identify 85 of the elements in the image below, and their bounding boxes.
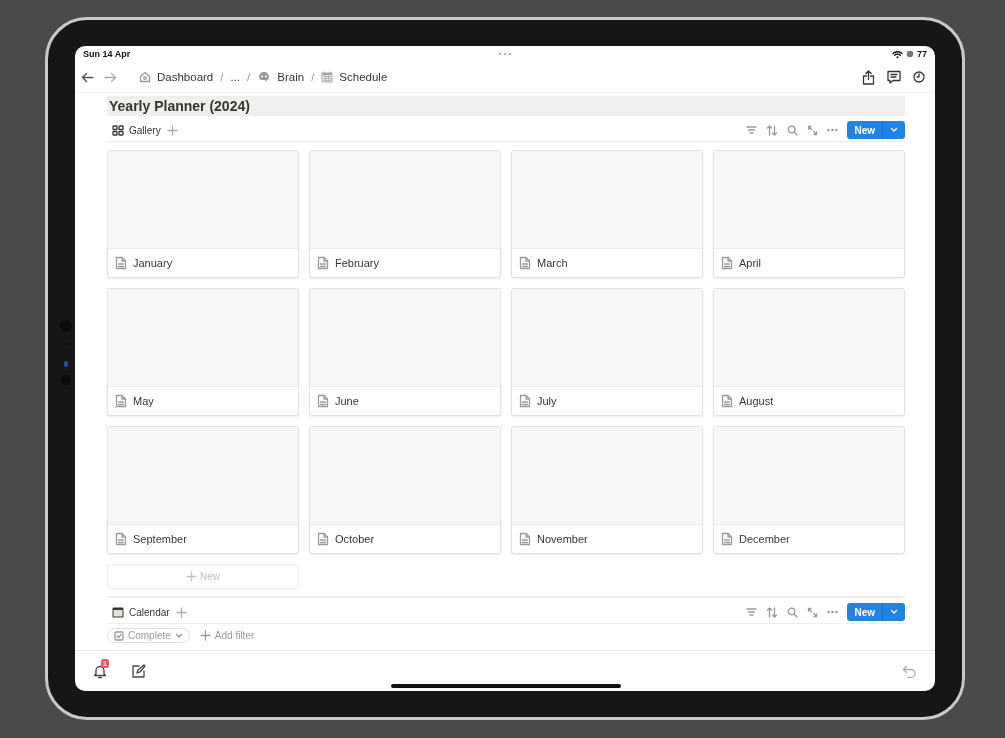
- card-title: August: [739, 395, 774, 407]
- card-title: January: [133, 257, 173, 269]
- card-title: September: [133, 533, 187, 545]
- card-title: March: [537, 257, 568, 269]
- caret-icon: [174, 632, 183, 639]
- document-icon: [519, 256, 531, 270]
- checkbox-icon: [114, 630, 124, 641]
- bell-icon: [93, 663, 107, 679]
- house-icon: [139, 71, 151, 83]
- document-icon: [519, 532, 531, 546]
- breadcrumb-link[interactable]: Brain: [257, 71, 305, 83]
- caret-icon: [890, 127, 898, 133]
- filter-icon: [746, 125, 758, 135]
- new-button[interactable]: New: [847, 603, 905, 621]
- forward-icon: [104, 71, 117, 83]
- gallery-card[interactable]: April: [713, 150, 905, 278]
- gallery-card[interactable]: June: [309, 288, 501, 416]
- calendar-icon: [321, 71, 334, 83]
- gallery-card[interactable]: December: [713, 426, 905, 554]
- document-icon: [721, 532, 733, 546]
- view-tab[interactable]: Gallery: [112, 122, 161, 138]
- view-tab[interactable]: Calendar: [112, 604, 170, 620]
- gallery-card[interactable]: January: [107, 150, 299, 278]
- more-icon: [497, 52, 513, 56]
- gallery-card[interactable]: March: [511, 150, 703, 278]
- gallery-card[interactable]: February: [309, 150, 501, 278]
- breadcrumb-link[interactable]: ...: [230, 71, 241, 83]
- document-icon: [317, 532, 329, 546]
- filter-icon: [746, 607, 758, 617]
- document-icon: [721, 394, 733, 408]
- gallery-card[interactable]: September: [107, 426, 299, 554]
- plus-icon: [199, 630, 211, 641]
- search-icon: [787, 124, 799, 136]
- clock-icon: [913, 71, 925, 83]
- document-icon: [317, 256, 329, 270]
- comment-icon: [887, 70, 901, 84]
- gallery-card[interactable]: July: [511, 288, 703, 416]
- gallery-card[interactable]: October: [309, 426, 501, 554]
- share-icon: [862, 69, 875, 85]
- more-icon: [827, 610, 839, 614]
- card-title: July: [537, 395, 557, 407]
- plus-icon: [186, 571, 197, 582]
- more-icon: [827, 128, 839, 132]
- breadcrumb-link[interactable]: Schedule: [321, 71, 388, 83]
- sensor-drawing: [60, 320, 72, 386]
- compose-button[interactable]: [131, 663, 146, 679]
- back-button[interactable]: [79, 71, 96, 83]
- card-title: April: [739, 257, 761, 269]
- breadcrumb-link[interactable]: Dashboard: [139, 71, 214, 83]
- card-title: October: [335, 533, 375, 545]
- card-title: February: [335, 257, 380, 269]
- expand-icon: [807, 124, 819, 136]
- card-title: December: [739, 533, 790, 545]
- gallery-card[interactable]: May: [107, 288, 299, 416]
- document-icon: [115, 394, 127, 408]
- document-icon: [115, 256, 127, 270]
- plus-icon: [166, 124, 178, 136]
- back-icon: [81, 71, 94, 83]
- document-icon: [115, 532, 127, 546]
- gallery-card[interactable]: August: [713, 288, 905, 416]
- document-icon: [519, 394, 531, 408]
- gallery-card[interactable]: November: [511, 426, 703, 554]
- sort-icon: [766, 124, 779, 136]
- undo-icon: [902, 664, 917, 678]
- compose-icon: [131, 663, 146, 679]
- battery-percent: 77: [917, 49, 927, 59]
- document-icon: [317, 394, 329, 408]
- search-icon: [787, 606, 799, 618]
- new-button[interactable]: New: [847, 121, 905, 139]
- breadcrumb-separator: /: [311, 71, 315, 83]
- breadcrumb-separator: /: [247, 71, 251, 83]
- wifi-icon: [892, 49, 903, 59]
- plus-icon: [175, 606, 187, 618]
- breadcrumb-separator: /: [220, 71, 224, 83]
- page-title: Yearly Planner (2024): [107, 96, 905, 116]
- card-title: May: [133, 395, 154, 407]
- status-date: Sun 14 Apr: [83, 49, 131, 59]
- caret-icon: [890, 609, 898, 615]
- card-title: June: [335, 395, 359, 407]
- expand-icon: [807, 606, 819, 618]
- grid-icon: [112, 124, 124, 136]
- card-title: November: [537, 533, 588, 545]
- calendar-icon: [112, 606, 124, 618]
- document-icon: [721, 256, 733, 270]
- sort-icon: [766, 606, 779, 618]
